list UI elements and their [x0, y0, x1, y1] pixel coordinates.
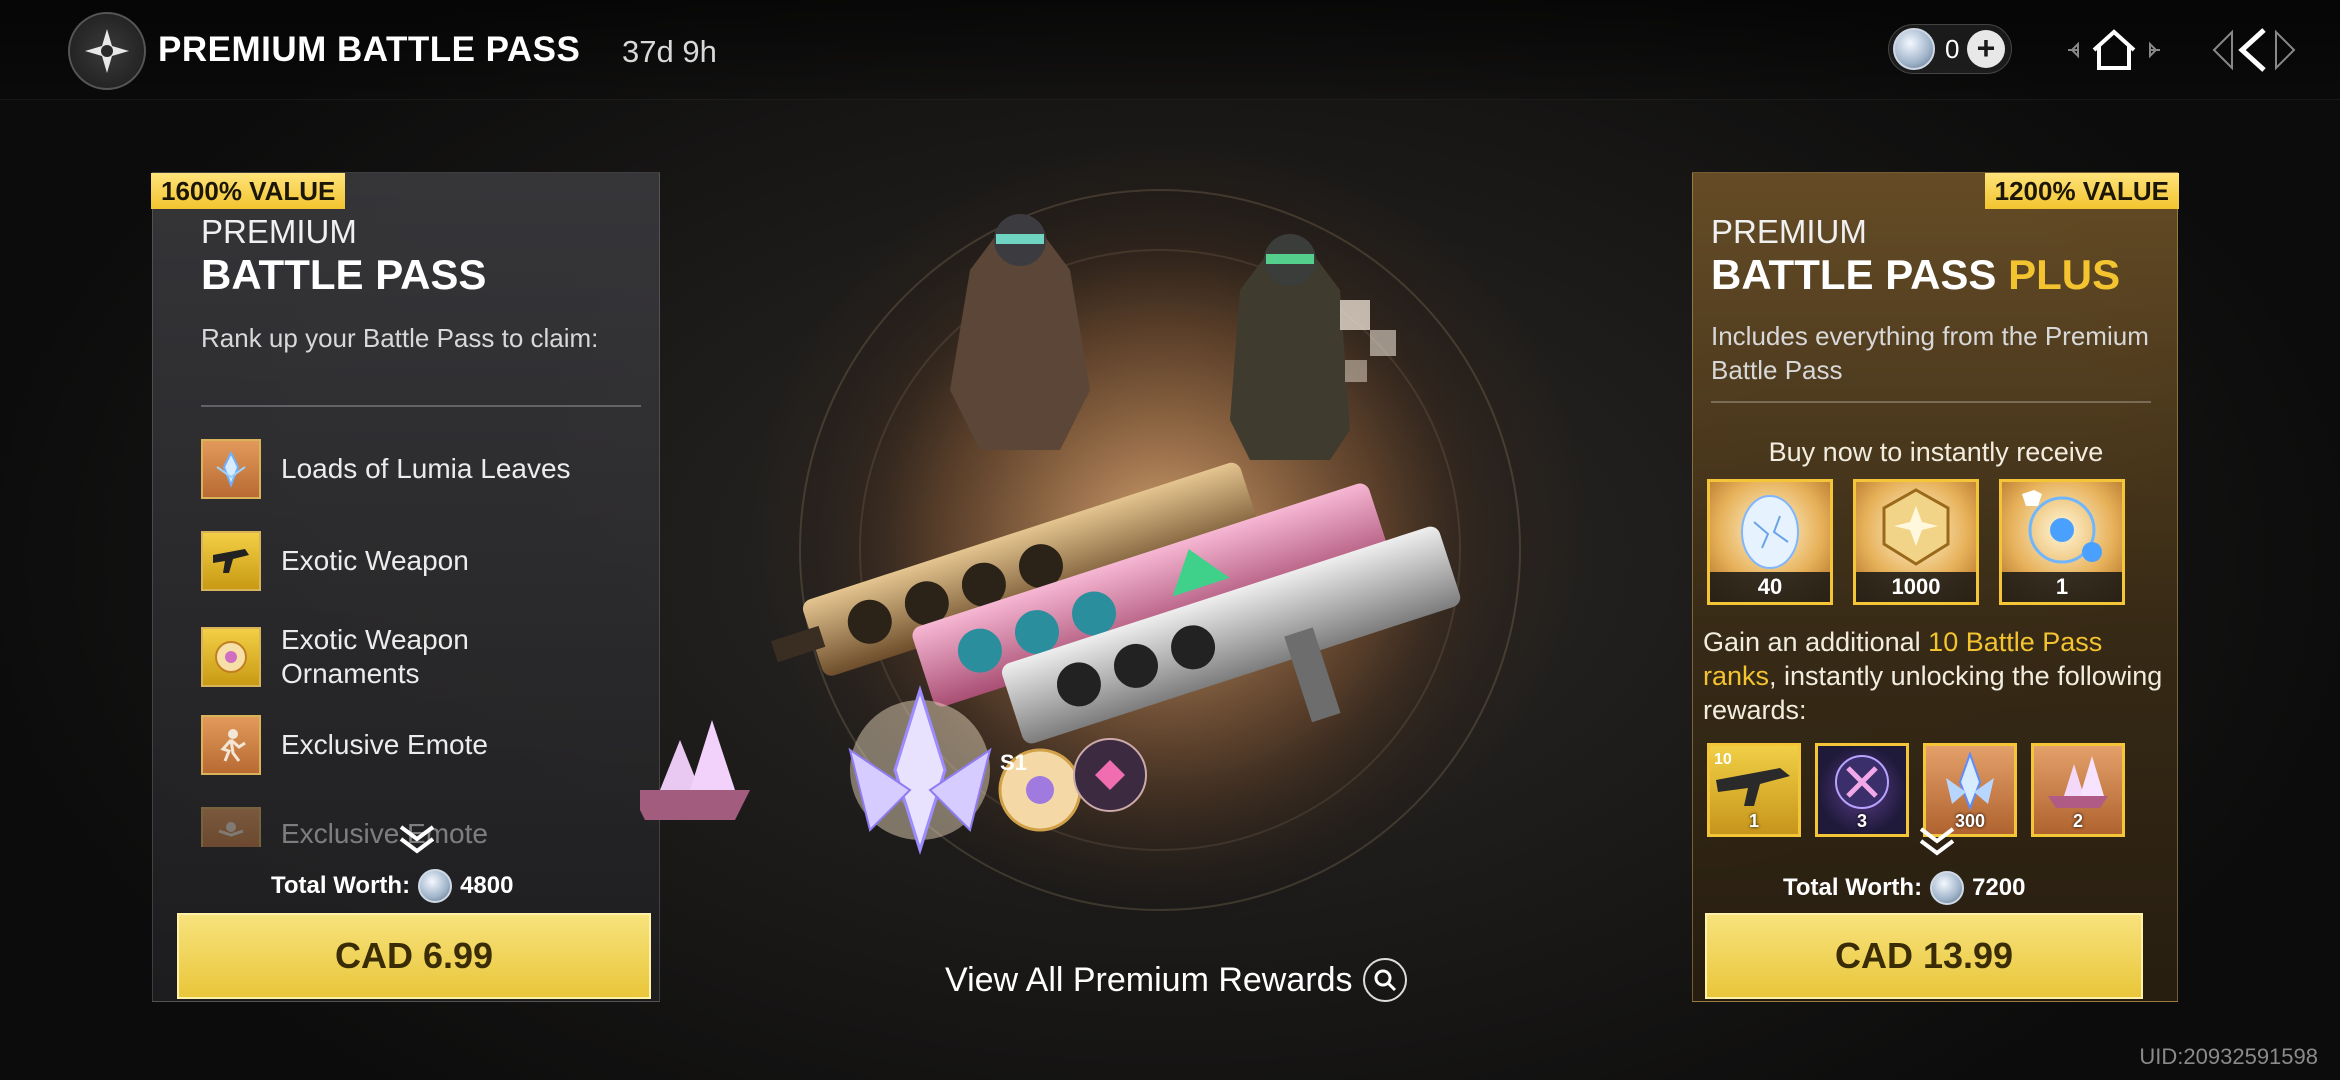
reward-quantity: 1: [2002, 572, 2122, 602]
divider: [1711, 401, 2151, 403]
divider: [201, 405, 641, 407]
value-tag: 1600% VALUE: [151, 173, 346, 209]
perk-item: Exclusive Emote: [201, 807, 488, 847]
unlock-reward-tile[interactable]: 2: [2031, 743, 2125, 837]
rifle-icon: 10: [1714, 751, 1790, 806]
scroll-down-icon[interactable]: [395, 821, 439, 857]
reward-tile[interactable]: 1: [1999, 479, 2125, 605]
total-worth-value: 4800: [460, 872, 514, 899]
portal-orb-icon: [1835, 755, 1889, 809]
reward-tile[interactable]: 1000: [1853, 479, 1979, 605]
bonus-ranks-pre: Gain an additional: [1703, 627, 1929, 657]
buy-premium-button[interactable]: CAD 6.99: [177, 913, 651, 999]
emote-icon: [201, 715, 261, 775]
rank-emblem-icon: [1882, 488, 1950, 566]
reward-quantity: 3: [1856, 811, 1867, 831]
perk-label: Exotic Weapon Ornaments: [281, 624, 469, 689]
outfit-bundle-icon: [2022, 490, 2102, 564]
lumia-coin-icon: [1893, 28, 1935, 70]
card-kicker: PREMIUM: [1711, 213, 1867, 250]
perk-label: Loads of Lumia Leaves: [281, 453, 571, 484]
total-worth-value: 7200: [1972, 874, 2026, 901]
bonus-ranks-text: Gain an additional 10 Battle Pass ranks,…: [1703, 625, 2163, 727]
value-tag: 1200% VALUE: [1984, 173, 2179, 209]
instant-rewards-title: Buy now to instantly receive: [1768, 437, 2104, 467]
card-description: Rank up your Battle Pass to claim:: [201, 323, 599, 353]
search-icon: [1362, 958, 1407, 1002]
card-heading: BATTLE PASS PLUS: [1711, 251, 2120, 299]
back-button[interactable]: [2204, 22, 2304, 78]
emote-icon: [201, 807, 261, 847]
card-description: Includes everything from the Premium Bat…: [1711, 321, 2149, 385]
page-title: PREMIUM BATTLE PASS: [158, 30, 581, 69]
perk-label: Exclusive Emote: [281, 729, 488, 760]
total-worth-label: Total Worth:: [271, 872, 411, 899]
scroll-down-icon[interactable]: [1915, 823, 1959, 859]
total-worth: Total Worth: 7200: [1783, 871, 2025, 905]
season-timer: 37d 9h: [622, 34, 717, 69]
bonus-ranks-post: , instantly unlocking the following rewa…: [1703, 661, 2163, 725]
user-id: UID:20932591598: [2139, 1044, 2318, 1069]
showcase-artwork: S1: [630, 170, 1540, 930]
reward-quantity: 1000: [1856, 572, 1976, 602]
rewards-showcase[interactable]: S1: [630, 130, 1680, 970]
view-all-rewards-link[interactable]: View All Premium Rewards: [945, 958, 1407, 1002]
view-all-label: View All Premium Rewards: [945, 960, 1353, 999]
svg-text:10: 10: [1714, 751, 1732, 768]
total-worth-label: Total Worth:: [1783, 874, 1923, 901]
perk-item: Exotic Weapon: [201, 531, 469, 591]
card-kicker: PREMIUM: [201, 213, 357, 250]
perk-label: Exotic Weapon: [281, 545, 469, 576]
perk-item: Exotic Weapon Ornaments: [201, 623, 521, 691]
egg-icon: [1741, 495, 1799, 569]
reward-tile[interactable]: 40: [1707, 479, 1833, 605]
card-heading: BATTLE PASS: [201, 251, 487, 298]
back-icon: [2212, 28, 2296, 72]
home-button[interactable]: [2064, 22, 2164, 78]
crystal-leaves-icon: [1946, 751, 1994, 811]
lumia-leaves-icon: [201, 439, 261, 499]
ship-icon: [2048, 756, 2108, 808]
reward-quantity: 2: [2072, 811, 2083, 831]
add-currency-button[interactable]: +: [1967, 30, 2005, 68]
home-icon: [2068, 29, 2160, 70]
premium-battle-pass-plus-card: 1200% VALUE PREMIUM BATTLE PASS PLUS Inc…: [1692, 172, 2179, 1002]
card-heading-accent: PLUS: [2008, 251, 2121, 298]
perk-item: Exclusive Emote: [201, 715, 488, 775]
unlock-reward-tile[interactable]: 10 1: [1707, 743, 1801, 837]
unlock-reward-tile[interactable]: 3: [1815, 743, 1909, 837]
battle-pass-emblem-icon: [68, 12, 146, 90]
perk-item: Loads of Lumia Leaves: [201, 439, 571, 499]
premium-battle-pass-card: 1600% VALUE PREMIUM BATTLE PASS Rank up …: [151, 172, 660, 1002]
total-worth: Total Worth: 4800: [271, 869, 513, 903]
currency-display: 0 +: [1888, 24, 2012, 74]
weapon-ornament-icon: [201, 627, 261, 687]
currency-amount: 0: [1945, 33, 1960, 64]
perk-label: Exclusive Emote: [281, 818, 488, 847]
exotic-weapon-icon: [201, 531, 261, 591]
card-heading-main: BATTLE PASS: [1711, 251, 2009, 298]
season-badge: S1: [1000, 750, 1027, 775]
top-bar: PREMIUM BATTLE PASS 37d 9h 0 +: [0, 0, 2340, 100]
buy-premium-plus-button[interactable]: CAD 13.99: [1705, 913, 2143, 999]
lumia-coin-icon: [418, 869, 453, 903]
lumia-coin-icon: [1930, 871, 1965, 905]
ship-item: [630, 720, 750, 820]
reward-quantity: 40: [1710, 572, 1830, 602]
reward-quantity: 1: [1748, 811, 1759, 831]
